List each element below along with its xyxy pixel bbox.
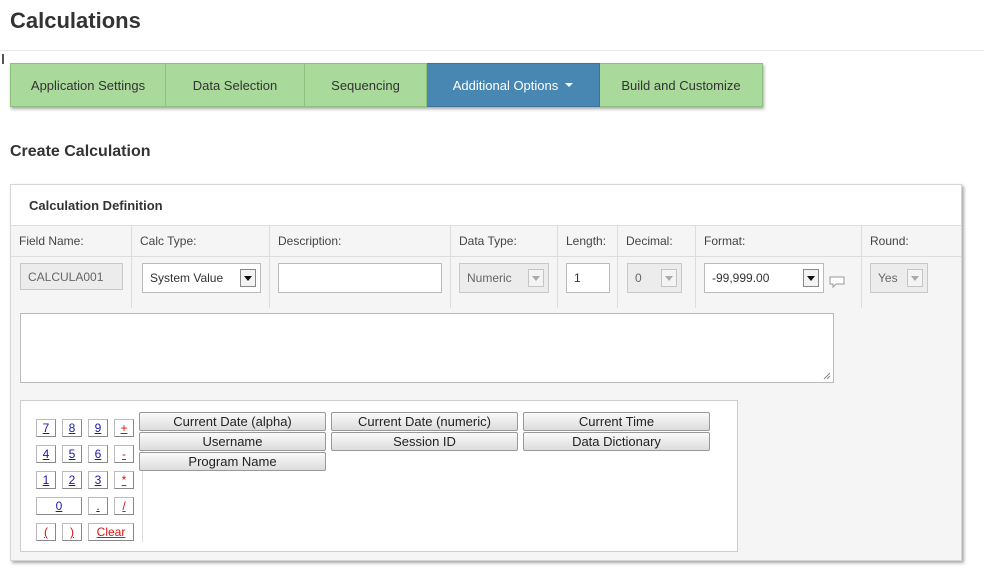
tab-build-and-customize[interactable]: Build and Customize: [600, 63, 763, 107]
key-9[interactable]: 9: [88, 419, 108, 437]
length-label: Length:: [566, 234, 607, 248]
decimal-value: 0: [635, 271, 642, 285]
expression-textarea[interactable]: [20, 313, 834, 383]
chevron-down-icon: [528, 269, 544, 287]
field-name-label: Field Name:: [19, 234, 84, 248]
key-3[interactable]: 3: [88, 471, 108, 489]
program-name-button[interactable]: Program Name: [139, 452, 326, 471]
calculator-area: 7 8 9 + 4 5 6 - 1 2 3 * 0 . / ( ) Clear …: [20, 400, 738, 552]
field-name-value: CALCULA001: [28, 269, 104, 284]
chevron-down-icon: [661, 269, 677, 287]
key-divide[interactable]: /: [114, 497, 134, 515]
data-type-label: Data Type:: [459, 234, 517, 248]
tab-label: Data Selection: [192, 77, 278, 93]
tab-sequencing[interactable]: Sequencing: [305, 63, 427, 107]
key-close-paren[interactable]: ): [62, 523, 82, 541]
description-label: Description:: [278, 234, 342, 248]
key-open-paren[interactable]: (: [36, 523, 56, 541]
calculation-definition-panel: Calculation Definition Field Name: CALCU…: [10, 184, 962, 561]
panel-header: Calculation Definition: [11, 185, 961, 226]
round-value: Yes: [878, 271, 898, 285]
wizard-tabs: Application Settings Data Selection Sequ…: [10, 63, 763, 107]
format-select[interactable]: -99,999.00: [704, 263, 824, 293]
key-1[interactable]: 1: [36, 471, 56, 489]
current-time-button[interactable]: Current Time: [523, 412, 710, 431]
current-date-numeric-button[interactable]: Current Date (numeric): [331, 412, 518, 431]
resize-handle-icon[interactable]: [823, 372, 831, 380]
round-select: Yes: [870, 263, 928, 293]
definition-grid: Field Name: CALCULA001 Calc Type: System…: [11, 226, 961, 308]
format-value: -99,999.00: [712, 271, 770, 285]
left-marker: [2, 54, 4, 64]
comment-icon[interactable]: [829, 276, 845, 288]
calc-type-value: System Value: [150, 271, 224, 285]
field-name-input: CALCULA001: [20, 263, 123, 290]
key-minus[interactable]: -: [114, 445, 134, 463]
key-decimal[interactable]: .: [88, 497, 108, 515]
calc-type-label: Calc Type:: [140, 234, 197, 248]
tab-data-selection[interactable]: Data Selection: [166, 63, 305, 107]
calc-type-select[interactable]: System Value: [142, 263, 261, 293]
title-divider: [0, 50, 984, 51]
length-value: 1: [574, 271, 581, 285]
tab-additional-options[interactable]: Additional Options: [427, 63, 600, 107]
key-8[interactable]: 8: [62, 419, 82, 437]
decimal-label: Decimal:: [626, 234, 673, 248]
key-4[interactable]: 4: [36, 445, 56, 463]
section-title: Create Calculation: [10, 143, 151, 160]
panel-title: Calculation Definition: [29, 198, 163, 213]
key-0[interactable]: 0: [36, 497, 82, 515]
session-id-button[interactable]: Session ID: [331, 432, 518, 451]
decimal-select: 0: [627, 263, 682, 293]
tab-application-settings[interactable]: Application Settings: [10, 63, 166, 107]
key-6[interactable]: 6: [88, 445, 108, 463]
round-label: Round:: [870, 234, 909, 248]
tab-label: Application Settings: [30, 77, 146, 93]
tab-label: Additional Options: [452, 77, 559, 93]
length-input[interactable]: 1: [566, 263, 610, 293]
key-2[interactable]: 2: [62, 471, 82, 489]
tab-label: Sequencing: [331, 77, 400, 93]
chevron-down-icon: [240, 269, 256, 287]
key-clear[interactable]: Clear: [88, 523, 134, 541]
format-label: Format:: [704, 234, 746, 248]
data-type-value: Numeric: [467, 271, 512, 285]
data-type-select: Numeric: [459, 263, 549, 293]
current-date-alpha-button[interactable]: Current Date (alpha): [139, 412, 326, 431]
key-7[interactable]: 7: [36, 419, 56, 437]
chevron-down-icon: [907, 269, 923, 287]
key-5[interactable]: 5: [62, 445, 82, 463]
data-dictionary-button[interactable]: Data Dictionary: [523, 432, 710, 451]
page-title: Calculations: [10, 8, 141, 33]
username-button[interactable]: Username: [139, 432, 326, 451]
description-input[interactable]: [278, 263, 442, 293]
key-plus[interactable]: +: [114, 419, 134, 437]
key-multiply[interactable]: *: [114, 471, 134, 489]
tab-label: Build and Customize: [621, 77, 741, 93]
chevron-down-icon: [803, 269, 819, 287]
caret-down-icon: [565, 83, 574, 87]
